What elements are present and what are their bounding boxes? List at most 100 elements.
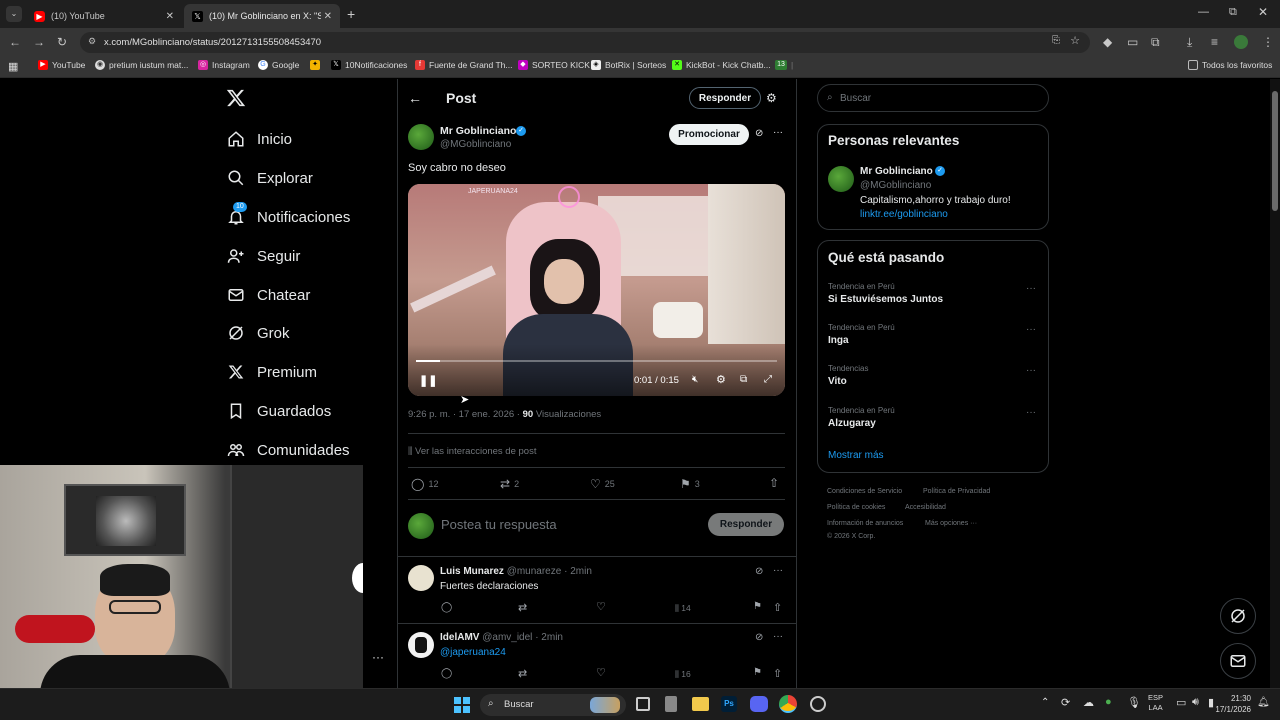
new-tab-button[interactable]: + xyxy=(347,6,355,22)
extension-icon[interactable]: ▭ xyxy=(1127,35,1138,49)
sidebar-item-premium[interactable]: Premium xyxy=(225,361,317,383)
more-options-icon[interactable]: ··· xyxy=(773,565,783,576)
sidebar-item-seguir[interactable]: Seguir xyxy=(225,245,300,267)
footer-link[interactable]: Accesibilidad xyxy=(905,504,946,511)
install-icon[interactable]: ⎘ xyxy=(1052,35,1060,46)
bookmark-instagram[interactable]: ◎ Instagram xyxy=(198,60,250,70)
tab-youtube[interactable]: ▶ (10) YouTube ✕ xyxy=(26,4,182,28)
reply-input[interactable]: Postea tu respuesta xyxy=(441,517,557,532)
like-button[interactable]: ♡ 25 xyxy=(590,477,615,491)
sidebar-item-guardados[interactable]: Guardados xyxy=(225,400,331,422)
minimize-button[interactable]: — xyxy=(1198,6,1209,18)
microphone-icon[interactable]: 🎙︎ xyxy=(1127,696,1141,709)
post-interactions-link[interactable]: ⫼ Ver las interacciones de post xyxy=(408,446,536,457)
bookmark-sorteo-kick[interactable]: ◆ SORTEO KICK xyxy=(518,60,590,70)
video-player[interactable]: JAPERUANA24 ❚❚ 0:01 / 0:15 🔇︎ ⚙ ⧉ ⤢ xyxy=(408,184,785,396)
trend-item[interactable]: Si Estuviésemos Juntos xyxy=(828,294,943,305)
close-icon[interactable]: ✕ xyxy=(166,11,174,22)
reply-mention[interactable]: @japeruana24 xyxy=(440,647,506,658)
share-icon[interactable]: ⇧ xyxy=(773,601,782,614)
back-arrow-icon[interactable]: ← xyxy=(408,90,422,106)
language-indicator[interactable]: ESP LAA xyxy=(1148,693,1163,713)
heart-icon[interactable]: ♡ xyxy=(596,666,606,679)
tray-icon[interactable]: ● xyxy=(1105,696,1112,708)
more-icon[interactable]: ··· xyxy=(372,650,384,664)
grok-float-button[interactable] xyxy=(1220,598,1256,634)
reply-author[interactable]: IdelAMV xyxy=(440,632,479,643)
grok-icon[interactable]: ⊘ xyxy=(755,128,763,139)
more-options-icon[interactable]: ··· xyxy=(1026,283,1036,294)
bookmark-icon[interactable]: ⚑ xyxy=(753,667,762,678)
reply-handle[interactable]: @amv_idel xyxy=(482,632,532,643)
share-icon[interactable]: ⇧ xyxy=(769,476,779,490)
promote-button[interactable]: Promocionar xyxy=(669,124,749,145)
file-explorer-icon[interactable] xyxy=(692,697,709,711)
menu-icon[interactable]: ⋮ xyxy=(1262,35,1274,49)
fullscreen-icon[interactable]: ⤢ xyxy=(764,374,772,385)
video-progress-track[interactable] xyxy=(416,360,777,362)
mute-icon[interactable]: 🔇︎ xyxy=(692,374,698,385)
author-name[interactable]: Mr Goblinciano xyxy=(440,125,516,137)
compose-reply-button[interactable]: Responder xyxy=(708,513,784,536)
footer-link[interactable]: Política de cookies xyxy=(827,504,885,511)
reply-author[interactable]: Luis Munarez xyxy=(440,566,504,577)
close-icon[interactable]: ✕ xyxy=(324,11,332,22)
bookmark-youtube[interactable]: ▶ YouTube xyxy=(38,60,85,70)
profile-avatar[interactable] xyxy=(1234,35,1248,49)
trend-item[interactable]: Inga xyxy=(828,335,849,346)
volume-icon[interactable]: 🔊︎ xyxy=(1192,696,1199,709)
bookmark-icon[interactable]: ⚑ xyxy=(753,601,762,612)
grok-icon[interactable]: ⊘ xyxy=(755,632,763,643)
bookmark-google[interactable]: G Google xyxy=(258,60,299,70)
author-handle[interactable]: @MGoblinciano xyxy=(440,139,511,150)
puzzle-icon[interactable]: ⧉ xyxy=(1151,35,1160,50)
reply-button[interactable]: ◯ 12 xyxy=(411,477,438,491)
bookmark-button[interactable]: ⚑ 3 xyxy=(680,477,700,491)
more-options-icon[interactable]: ··· xyxy=(1026,365,1036,376)
network-icon[interactable]: ▭ xyxy=(1176,696,1186,709)
share-icon[interactable]: ⇧ xyxy=(773,667,782,680)
back-arrow-icon[interactable]: ← xyxy=(9,35,21,49)
restore-button[interactable]: ⧉ xyxy=(1229,6,1237,19)
x-logo-icon[interactable] xyxy=(226,88,246,108)
reply-header-button[interactable]: Responder xyxy=(689,87,761,109)
chrome-icon[interactable] xyxy=(779,695,797,713)
trend-item[interactable]: Vito xyxy=(828,376,847,387)
sidebar-item-grok[interactable]: Grok xyxy=(225,322,290,344)
reply-handle[interactable]: @munareze xyxy=(507,566,562,577)
relevant-link[interactable]: linktr.ee/goblinciano xyxy=(860,209,948,220)
extension-icon[interactable]: ◆ xyxy=(1103,35,1112,49)
reload-icon[interactable]: ↻ xyxy=(57,35,67,49)
download-icon[interactable]: ⤓ xyxy=(1187,35,1192,50)
bookmark-pinwheel[interactable]: ✦ xyxy=(310,60,324,70)
bookmark-fuente[interactable]: f Fuente de Grand Th... xyxy=(415,60,512,70)
pip-icon[interactable]: ⧉ xyxy=(740,374,747,385)
more-options-icon[interactable]: ··· xyxy=(1026,324,1036,335)
media-icon[interactable]: ≡ xyxy=(1211,35,1218,49)
sidebar-item-explorar[interactable]: Explorar xyxy=(225,167,313,189)
app-icon[interactable] xyxy=(810,696,826,712)
sidebar-item-chatear[interactable]: Chatear xyxy=(225,284,310,306)
relevant-name[interactable]: Mr Goblinciano xyxy=(860,166,933,177)
settings-sliders-icon[interactable]: ⚙ xyxy=(766,91,777,105)
tab-search-button[interactable]: ⌄ xyxy=(6,6,22,22)
bookmark-botrix[interactable]: ◈ BotRix | Sorteos xyxy=(591,60,666,70)
start-button[interactable] xyxy=(454,697,470,713)
pause-icon[interactable]: ❚❚ xyxy=(419,374,437,387)
repost-icon[interactable]: ⇄ xyxy=(518,667,527,680)
sidebar-item-comunidades[interactable]: Comunidades xyxy=(225,439,350,461)
tray-icon[interactable]: ⟳ xyxy=(1061,696,1070,709)
chevron-up-icon[interactable]: ⌃ xyxy=(1041,697,1049,708)
more-options-icon[interactable]: ··· xyxy=(773,127,783,138)
forward-arrow-icon[interactable]: → xyxy=(33,35,45,49)
search-input[interactable]: ⌕ Buscar xyxy=(817,84,1049,112)
relevant-handle[interactable]: @MGoblinciano xyxy=(860,180,931,191)
sidebar-item-notificaciones[interactable]: 10 Notificaciones xyxy=(225,202,350,228)
app-icon[interactable] xyxy=(665,696,677,712)
bookmark-pretium[interactable]: ◉ pretium iustum mat... xyxy=(95,60,188,70)
views-button[interactable]: ⫼ 16 xyxy=(675,669,691,680)
reply-icon[interactable]: ◯ xyxy=(441,602,452,613)
tab-x-post[interactable]: 𝕏 (10) Mr Goblinciano en X: "Soy ✕ xyxy=(184,4,340,28)
notification-bell-icon[interactable]: 🔔︎ xyxy=(1257,697,1270,708)
clock[interactable]: 21:30 17/1/2026 xyxy=(1213,693,1251,715)
